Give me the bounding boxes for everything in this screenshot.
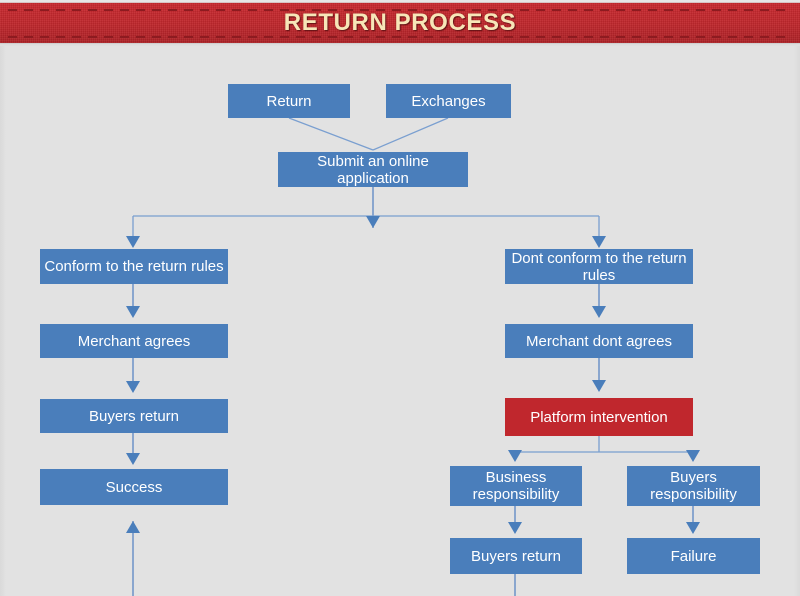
node-label: Conform to the return rules [44,258,224,275]
node-merchant-agrees[interactable]: Merchant agrees [40,324,228,358]
node-success[interactable]: Success [40,469,228,505]
node-failure[interactable]: Failure [627,538,760,574]
node-return[interactable]: Return [228,84,350,118]
arrowhead-to-buyers-return-left [126,381,140,393]
node-exchanges[interactable]: Exchanges [386,84,511,118]
node-conform-to-return-rules[interactable]: Conform to the return rules [40,249,228,284]
arrowhead-to-buyers-resp [686,450,700,462]
node-label: Buyers return [88,407,180,425]
node-label: Submit an online application [317,152,429,187]
node-buyers-return-right[interactable]: Buyers return [450,538,582,574]
node-label: Buyers return [470,547,562,565]
arrowhead-to-merchant-agrees [126,306,140,318]
arrowhead-to-conform [126,236,140,248]
arrowhead-submit-down [366,216,380,228]
node-merchant-dont-agrees[interactable]: Merchant dont agrees [505,324,693,358]
node-label: Exchanges [411,92,486,110]
node-label: Merchant dont agrees [526,332,672,350]
arrowhead-to-success [126,453,140,465]
node-label: Failure [670,547,717,565]
node-business-responsibility[interactable]: Business responsibility [450,466,582,506]
arrowhead-to-dont-conform [592,236,606,248]
arrowhead-to-failure [686,522,700,534]
arrowhead-to-business-resp [508,450,522,462]
edge-exchanges-to-submit [372,117,449,151]
edge-return-to-submit [288,117,374,151]
arrowhead-to-buyers-return-right [508,522,522,534]
node-label: Return [266,92,312,110]
node-platform-intervention[interactable]: Platform intervention [505,398,693,436]
node-label: Success [105,478,163,496]
node-label: Dont conform to the return rules [511,249,687,284]
node-dont-conform-to-return-rules[interactable]: Dont conform to the return rules [505,249,693,284]
node-label: Business responsibility [472,469,560,503]
arrowhead-to-platform [592,380,606,392]
node-label: Platform intervention [530,408,668,426]
node-label: Buyers responsibility [650,469,737,503]
node-buyers-return-left[interactable]: Buyers return [40,399,228,433]
arrowhead-to-merchant-dont [592,306,606,318]
flowchart-canvas: RETURN PROCESS Return Exchanges Submit a… [0,0,800,596]
node-label: Merchant agrees [77,332,191,350]
node-buyers-responsibility[interactable]: Buyers responsibility [627,466,760,506]
arrowhead-return-path-to-success [126,521,140,533]
node-submit-online-application[interactable]: Submit an online application [278,152,468,187]
